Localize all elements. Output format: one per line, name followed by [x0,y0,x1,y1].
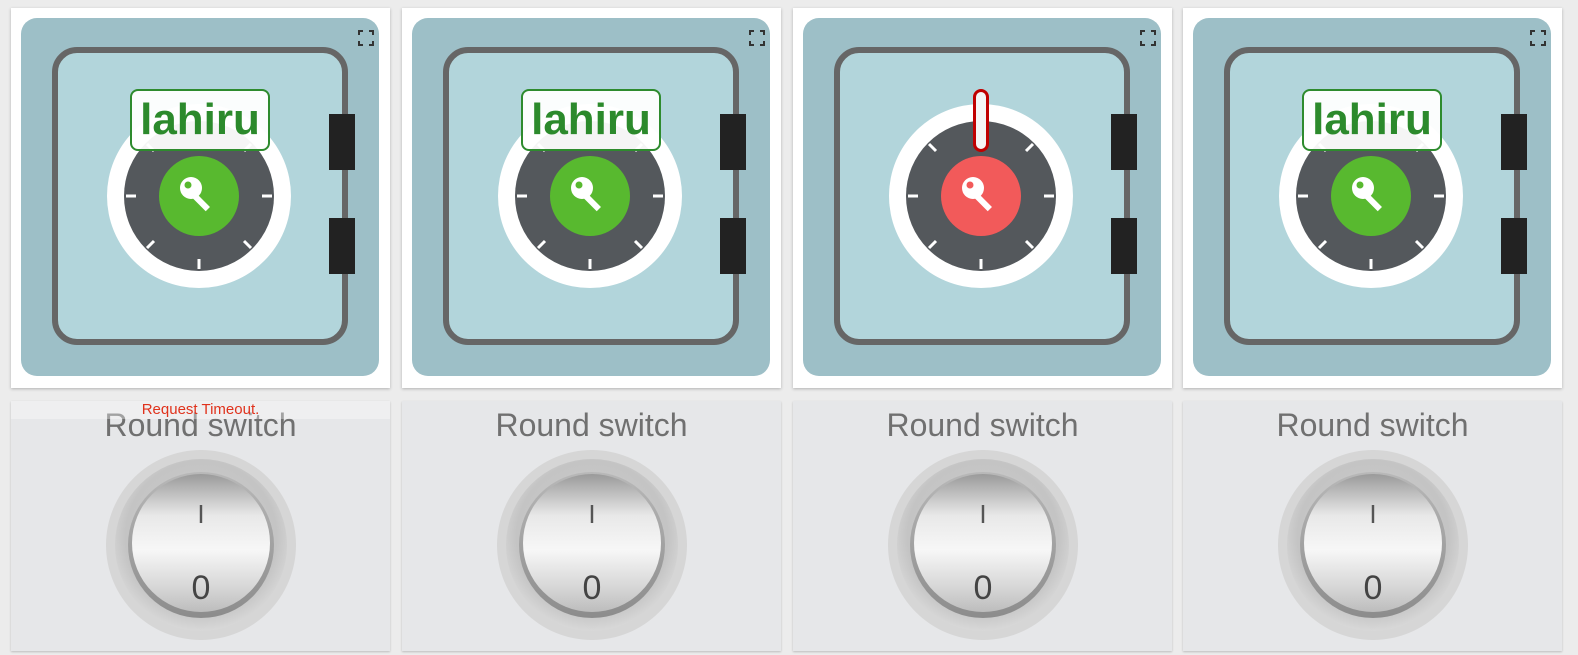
safe-widget-4[interactable]: lahiru [1183,8,1562,388]
safe-icon [21,18,379,376]
switch-on-mark: I [979,499,986,529]
safe-icon [803,18,1161,376]
switch-off-mark: 0 [1364,569,1383,607]
switch-off-mark: 0 [583,569,602,607]
alert-marker [973,89,989,152]
switch-widget-3: Round switch I 0 [793,401,1172,651]
switch-on-mark: I [588,499,595,529]
safe-widget-3[interactable] [793,8,1172,388]
round-switch-knob[interactable]: I 0 [496,449,688,641]
round-switch-knob[interactable]: I 0 [1277,449,1469,641]
round-switch-knob[interactable]: I 0 [887,449,1079,641]
switch-widget-2: Round switch I 0 [402,401,781,651]
switch-widget-1: Round switch I 0 Request Timeout. [11,401,390,651]
switch-on-mark: I [1369,499,1376,529]
switch-on-mark: I [197,499,204,529]
safe-icon [412,18,770,376]
fullscreen-icon[interactable] [749,30,765,46]
safe-name-label: lahiru [1302,89,1442,151]
safe-icon [1193,18,1551,376]
fullscreen-icon[interactable] [1530,30,1546,46]
switch-title: Round switch [495,407,688,443]
switch-off-mark: 0 [974,569,993,607]
fullscreen-icon[interactable] [358,30,374,46]
switch-off-mark: 0 [192,569,211,607]
safe-widget-1[interactable]: lahiru [11,8,390,388]
safe-name-label: lahiru [130,89,270,151]
switch-title: Round switch [886,407,1079,443]
switch-title: Round switch [1276,407,1469,443]
safe-widget-2[interactable]: lahiru [402,8,781,388]
error-message: Request Timeout. [11,401,390,419]
fullscreen-icon[interactable] [1140,30,1156,46]
round-switch-knob[interactable]: I 0 [105,449,297,641]
switch-widget-4: Round switch I 0 [1183,401,1562,651]
safe-name-label: lahiru [521,89,661,151]
